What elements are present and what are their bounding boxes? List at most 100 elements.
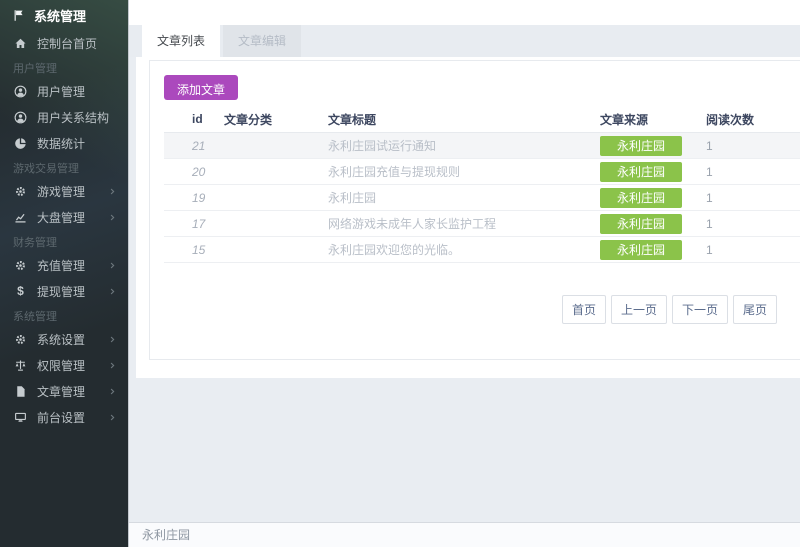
cell-title: 永利庄园试运行通知 <box>328 137 600 154</box>
sidebar-item-permission-management[interactable]: 权限管理 <box>0 352 128 378</box>
source-badge: 永利庄园 <box>600 188 682 208</box>
sidebar-item-label: 充值管理 <box>37 257 108 274</box>
cell-id: 21 <box>192 139 224 153</box>
balance-icon <box>13 358 28 372</box>
file-icon <box>13 384 28 398</box>
top-bar <box>129 0 800 25</box>
chevron-right-icon <box>108 287 117 296</box>
sidebar-item-label: 文章管理 <box>37 383 108 400</box>
cell-id: 17 <box>192 217 224 231</box>
sidebar-item-withdrawal-management[interactable]: $ 提现管理 <box>0 278 128 304</box>
cell-reads: 1 <box>702 217 800 231</box>
cell-title: 永利庄园充值与提现规则 <box>328 163 600 180</box>
sidebar-item-label: 用户关系结构 <box>37 109 117 126</box>
cell-reads: 1 <box>702 191 800 205</box>
sidebar-section-finance-management: 财务管理 <box>0 230 128 252</box>
sidebar-item-user-relations[interactable]: 用户关系结构 <box>0 104 128 130</box>
gear-icon <box>13 184 28 198</box>
sidebar-item-label: 提现管理 <box>37 283 108 300</box>
column-header: 文章来源 <box>600 111 702 128</box>
sidebar-item-console-home[interactable]: 控制台首页 <box>0 30 128 56</box>
first-page-button[interactable]: 首页 <box>562 295 606 324</box>
cell-title: 网络游戏未成年人家长监护工程 <box>328 215 600 232</box>
sidebar-section-user-management: 用户管理 <box>0 56 128 78</box>
sidebar-item-label: 游戏管理 <box>37 183 108 200</box>
sidebar-item-label: 用户管理 <box>37 83 117 100</box>
cell-title: 永利庄园欢迎您的光临。 <box>328 241 600 258</box>
sidebar-menu: 控制台首页用户管理用户管理用户关系结构数据统计游戏交易管理游戏管理大盘管理财务管… <box>0 30 128 430</box>
sidebar-item-label: 数据统计 <box>37 135 117 152</box>
chevron-right-icon <box>108 361 117 370</box>
article-table: id文章分类文章标题文章来源阅读次数创建时间 21永利庄园试运行通知永利庄园12… <box>164 106 800 263</box>
flag-icon <box>12 9 25 22</box>
desktop-icon <box>13 410 28 424</box>
gear-icon <box>13 258 28 272</box>
cell-source: 永利庄园 <box>600 240 702 260</box>
cell-source: 永利庄园 <box>600 188 702 208</box>
footer: 永利庄园 <box>129 522 800 547</box>
sidebar-item-label: 控制台首页 <box>37 35 117 52</box>
app-root: 系统管理 控制台首页用户管理用户管理用户关系结构数据统计游戏交易管理游戏管理大盘… <box>0 0 800 547</box>
gear-icon <box>13 332 28 346</box>
sidebar-item-label: 权限管理 <box>37 357 108 374</box>
content-panel: 添加文章 id文章分类文章标题文章来源阅读次数创建时间 21永利庄园试运行通知永… <box>136 57 800 378</box>
column-header: 阅读次数 <box>702 111 800 128</box>
sidebar-item-user-management[interactable]: 用户管理 <box>0 78 128 104</box>
home-icon <box>13 36 28 50</box>
chevron-right-icon <box>108 387 117 396</box>
sidebar-item-system-settings[interactable]: 系统设置 <box>0 326 128 352</box>
table-header-row: id文章分类文章标题文章来源阅读次数创建时间 <box>164 106 800 133</box>
source-badge: 永利庄园 <box>600 240 682 260</box>
next-page-button[interactable]: 下一页 <box>672 295 728 324</box>
cell-title: 永利庄园 <box>328 189 600 206</box>
chevron-right-icon <box>108 413 117 422</box>
cell-id: 19 <box>192 191 224 205</box>
sidebar-item-game-management[interactable]: 游戏管理 <box>0 178 128 204</box>
table-row: 21永利庄园试运行通知永利庄园12020 <box>164 133 800 159</box>
sidebar-item-recharge-management[interactable]: 充值管理 <box>0 252 128 278</box>
app-logo: 系统管理 <box>0 0 128 30</box>
cell-source: 永利庄园 <box>600 136 702 156</box>
dollar-icon: $ <box>13 284 28 298</box>
sidebar-item-label: 前台设置 <box>37 409 108 426</box>
source-badge: 永利庄园 <box>600 162 682 182</box>
tab-bar: 文章列表文章编辑 <box>129 25 800 57</box>
user-circle-icon <box>13 84 28 98</box>
table-row: 20永利庄园充值与提现规则永利庄园12020 <box>164 159 800 185</box>
column-header: 文章标题 <box>328 111 600 128</box>
sidebar-item-label: 大盘管理 <box>37 209 108 226</box>
cell-id: 20 <box>192 165 224 179</box>
add-article-button[interactable]: 添加文章 <box>164 75 238 100</box>
sidebar: 系统管理 控制台首页用户管理用户管理用户关系结构数据统计游戏交易管理游戏管理大盘… <box>0 0 128 547</box>
source-badge: 永利庄园 <box>600 214 682 234</box>
table-body: 21永利庄园试运行通知永利庄园1202020永利庄园充值与提现规则永利庄园120… <box>164 133 800 263</box>
sidebar-item-article-management[interactable]: 文章管理 <box>0 378 128 404</box>
footer-text: 永利庄园 <box>142 528 190 542</box>
chevron-right-icon <box>108 187 117 196</box>
cell-reads: 1 <box>702 165 800 179</box>
sidebar-item-market-management[interactable]: 大盘管理 <box>0 204 128 230</box>
user-circle-icon <box>13 110 28 124</box>
chevron-right-icon <box>108 261 117 270</box>
pagination: 首页上一页下一页尾页 <box>562 295 800 324</box>
pie-chart-icon <box>13 136 28 150</box>
sidebar-item-frontend-settings[interactable]: 前台设置 <box>0 404 128 430</box>
main-content: 文章列表文章编辑 添加文章 id文章分类文章标题文章来源阅读次数创建时间 21 永… <box>128 0 800 547</box>
tab-article-list[interactable]: 文章列表 <box>142 25 220 57</box>
sidebar-section-game-trade-management: 游戏交易管理 <box>0 156 128 178</box>
chevron-right-icon <box>108 335 117 344</box>
article-list-card: 添加文章 id文章分类文章标题文章来源阅读次数创建时间 21永利庄园试运行通知永… <box>149 60 800 360</box>
table-row: 15永利庄园欢迎您的光临。永利庄园12019 <box>164 237 800 263</box>
app-title: 系统管理 <box>34 6 86 25</box>
cell-reads: 1 <box>702 139 800 153</box>
sidebar-item-data-statistics[interactable]: 数据统计 <box>0 130 128 156</box>
cell-id: 15 <box>192 243 224 257</box>
last-page-button[interactable]: 尾页 <box>733 295 777 324</box>
column-header: 文章分类 <box>224 111 328 128</box>
sidebar-section-system-management: 系统管理 <box>0 304 128 326</box>
cell-source: 永利庄园 <box>600 214 702 234</box>
prev-page-button[interactable]: 上一页 <box>611 295 667 324</box>
tab-article-edit[interactable]: 文章编辑 <box>223 25 301 57</box>
line-chart-icon <box>13 210 28 224</box>
cell-reads: 1 <box>702 243 800 257</box>
